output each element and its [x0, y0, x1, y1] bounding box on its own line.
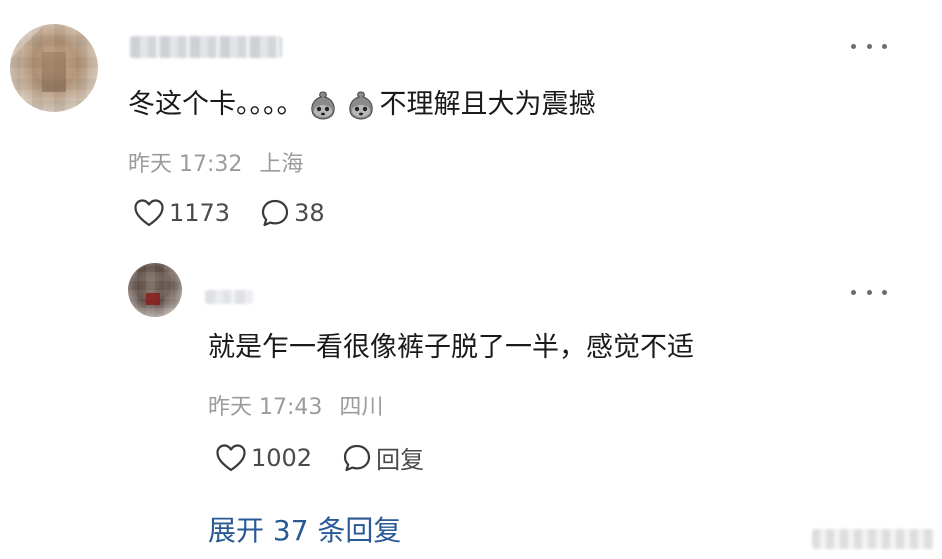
username-blurred[interactable]: [130, 36, 282, 58]
more-options-button[interactable]: [851, 36, 887, 56]
heart-icon: [216, 443, 246, 471]
watermark-blurred: [812, 529, 934, 549]
reply-text: 就是乍一看很像裤子脱了一半，感觉不适: [208, 332, 694, 363]
comment-bubble-icon: [261, 199, 289, 227]
reply-label: 回复: [376, 446, 425, 474]
comment-text: 冬这个卡。。。。 不理解且大为震撼: [128, 88, 596, 122]
like-count: 1173: [169, 199, 231, 227]
more-dot-icon: [866, 43, 872, 49]
more-dot-icon: [851, 43, 856, 49]
username-blurred[interactable]: [205, 290, 253, 304]
expand-replies-link[interactable]: 展开 37 条回复: [208, 509, 401, 549]
dumpling-face-icon: [348, 91, 373, 120]
dumpling-face-icon: [310, 91, 335, 120]
reply-location: 四川: [339, 395, 384, 420]
reply-time: 昨天 17:43: [208, 395, 323, 420]
like-button[interactable]: 1002: [215, 443, 312, 473]
more-dot-icon: [866, 289, 872, 295]
more-dot-icon: [882, 289, 887, 295]
comment-meta: 昨天 17:32 上海: [128, 146, 303, 178]
reply-button[interactable]: 38: [260, 198, 325, 228]
more-dot-icon: [851, 289, 856, 295]
like-button[interactable]: 1173: [133, 198, 230, 228]
comment-actions: 1173 38: [133, 198, 325, 228]
comment-bubble-icon: [343, 444, 371, 471]
comment-location: 上海: [259, 152, 304, 177]
comment-text-part: 冬这个卡。。。。: [128, 89, 304, 120]
avatar[interactable]: [10, 24, 98, 112]
more-options-button[interactable]: [851, 282, 887, 302]
comment-text-part: 不理解且大为震撼: [379, 89, 596, 120]
like-count: 1002: [251, 443, 313, 472]
reply-button[interactable]: 回复: [342, 440, 424, 475]
reply-actions: 1002 回复: [215, 440, 424, 475]
reply-meta: 昨天 17:43 四川: [208, 389, 383, 421]
heart-icon: [134, 199, 164, 227]
avatar[interactable]: [128, 263, 182, 317]
comment-time: 昨天 17:32: [128, 152, 243, 177]
more-dot-icon: [882, 43, 887, 49]
reply-count: 38: [294, 199, 325, 227]
